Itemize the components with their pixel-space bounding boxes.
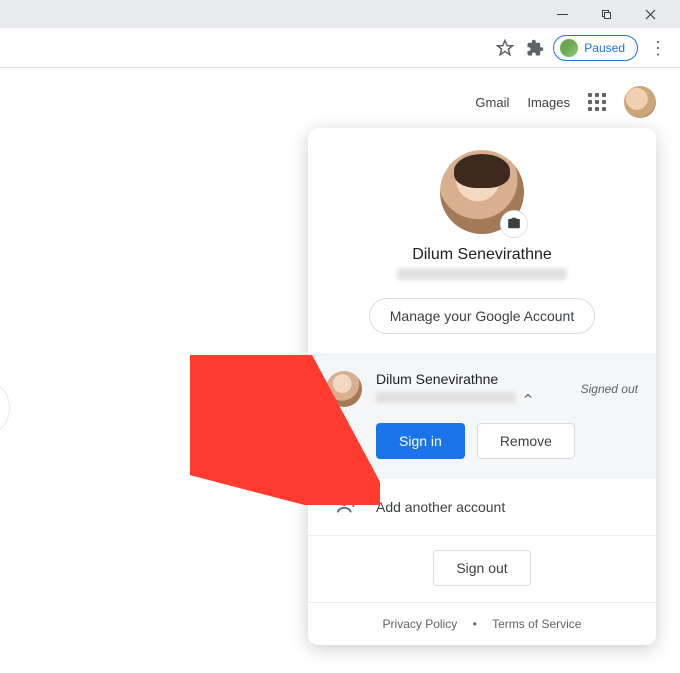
manage-account-button[interactable]: Manage your Google Account	[369, 298, 595, 334]
profile-chip-avatar-icon	[560, 39, 578, 57]
camera-icon	[507, 216, 521, 233]
minimize-button[interactable]	[540, 0, 584, 28]
other-account-email	[376, 392, 516, 403]
browser-menu-icon[interactable]: ⋮	[644, 39, 672, 57]
other-account-avatar	[326, 371, 362, 407]
header-nav: Gmail Images	[475, 86, 656, 118]
profile-email	[397, 268, 567, 280]
remove-button[interactable]: Remove	[477, 423, 575, 459]
terms-link[interactable]: Terms of Service	[492, 617, 581, 631]
gmail-link[interactable]: Gmail	[475, 95, 509, 110]
bookmark-star-icon[interactable]	[493, 36, 517, 60]
person-add-icon	[328, 494, 358, 519]
chevron-up-icon[interactable]	[522, 390, 534, 405]
window-titlebar	[0, 0, 680, 28]
maximize-button[interactable]	[584, 0, 628, 28]
close-button[interactable]	[628, 0, 672, 28]
other-account-row[interactable]: Dilum Senevirathne Signed out Sign in Re…	[308, 354, 656, 477]
sign-in-button[interactable]: Sign in	[376, 423, 465, 459]
toolbar: Paused ⋮	[0, 28, 680, 68]
paused-label: Paused	[584, 41, 625, 55]
decorative-bubble	[0, 378, 10, 438]
add-account-label: Add another account	[376, 499, 505, 515]
account-avatar[interactable]	[624, 86, 656, 118]
profile-name: Dilum Senevirathne	[328, 246, 636, 264]
signed-out-badge: Signed out	[581, 382, 638, 396]
profile-paused-chip[interactable]: Paused	[553, 35, 638, 61]
privacy-link[interactable]: Privacy Policy	[383, 617, 458, 631]
account-menu-footer: Privacy Policy • Terms of Service	[308, 602, 656, 645]
footer-bullet: •	[473, 617, 477, 631]
other-account-name: Dilum Senevirathne	[376, 371, 567, 387]
account-menu: Dilum Senevirathne Manage your Google Ac…	[308, 128, 656, 645]
apps-grid-icon[interactable]	[588, 93, 606, 111]
add-account-button[interactable]: Add another account	[308, 477, 656, 535]
extensions-puzzle-icon[interactable]	[523, 36, 547, 60]
sign-out-button[interactable]: Sign out	[433, 550, 530, 586]
images-link[interactable]: Images	[527, 95, 570, 110]
change-photo-button[interactable]	[500, 210, 528, 238]
